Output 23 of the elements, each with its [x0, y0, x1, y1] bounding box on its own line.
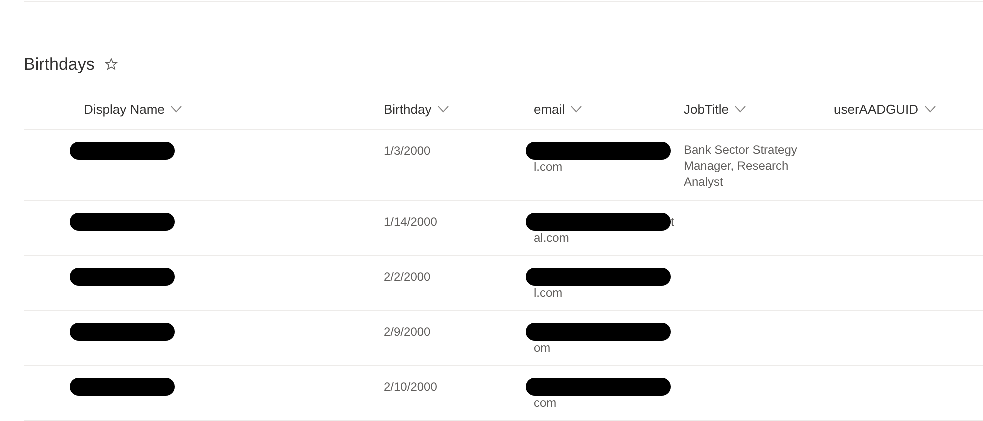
chevron-down-icon	[924, 106, 936, 113]
job-title-text: Bank Sector Strategy Manager, Research Analyst	[684, 142, 798, 190]
list-title: Birthdays	[24, 54, 95, 76]
date-text: 2/10/2000	[384, 380, 438, 394]
date-text: 2/2/2000	[384, 270, 431, 284]
column-header[interactable]: Birthday	[384, 100, 449, 120]
chevron-down-icon	[735, 106, 746, 113]
date-text: 1/3/2000	[384, 144, 431, 158]
email-text: l.com	[534, 160, 564, 175]
column-header[interactable]: Display Name	[84, 100, 182, 120]
column-header[interactable]: userAADGUID	[834, 100, 936, 120]
email-text: t	[671, 214, 674, 230]
date-text: 1/14/2000	[384, 215, 438, 229]
email-text: l.com	[534, 286, 564, 301]
email-text: com	[534, 396, 558, 411]
date-text: 2/9/2000	[384, 325, 431, 339]
column-header[interactable]: JobTitle	[684, 100, 746, 120]
chevron-down-icon	[170, 106, 182, 113]
chevron-down-icon	[438, 106, 449, 113]
column-header[interactable]: email	[534, 100, 582, 120]
email-text: al.com	[534, 231, 570, 246]
chevron-down-icon	[571, 106, 582, 113]
email-text: om	[534, 341, 552, 356]
